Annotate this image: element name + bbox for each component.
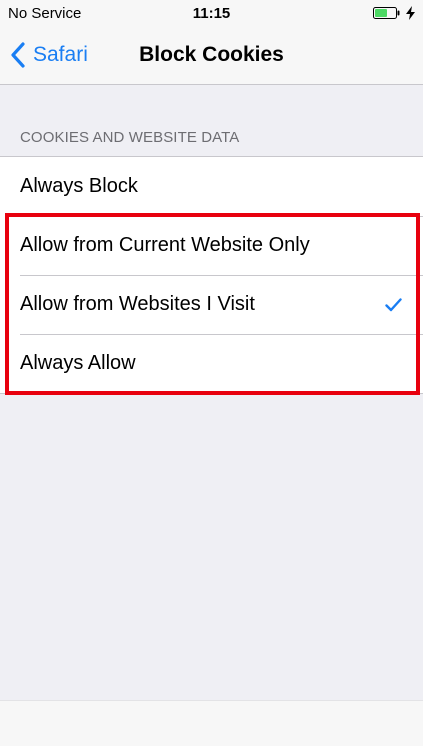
- clock-time: 11:15: [192, 5, 231, 22]
- bottom-toolbar: [0, 700, 423, 746]
- section-header: COOKIES AND WEBSITE DATA: [20, 129, 240, 146]
- cookie-options-list: Always Block Allow from Current Website …: [0, 156, 423, 394]
- option-allow-websites-i-visit[interactable]: Allow from Websites I Visit: [0, 275, 423, 334]
- option-always-block[interactable]: Always Block: [0, 157, 423, 216]
- option-allow-current-website-only[interactable]: Allow from Current Website Only: [0, 216, 423, 275]
- option-label: Always Block: [20, 175, 138, 197]
- navigation-bar: Safari Block Cookies: [0, 28, 423, 85]
- option-label: Always Allow: [20, 352, 136, 374]
- status-bar: No Service 11:15: [0, 0, 423, 28]
- page-title: Block Cookies: [139, 43, 284, 66]
- battery-icon: [373, 7, 400, 19]
- option-label: Allow from Websites I Visit: [20, 293, 255, 315]
- option-always-allow[interactable]: Always Allow: [0, 334, 423, 393]
- charging-bolt-icon: [406, 6, 415, 20]
- checkmark-icon: [385, 298, 402, 312]
- option-label: Allow from Current Website Only: [20, 234, 310, 256]
